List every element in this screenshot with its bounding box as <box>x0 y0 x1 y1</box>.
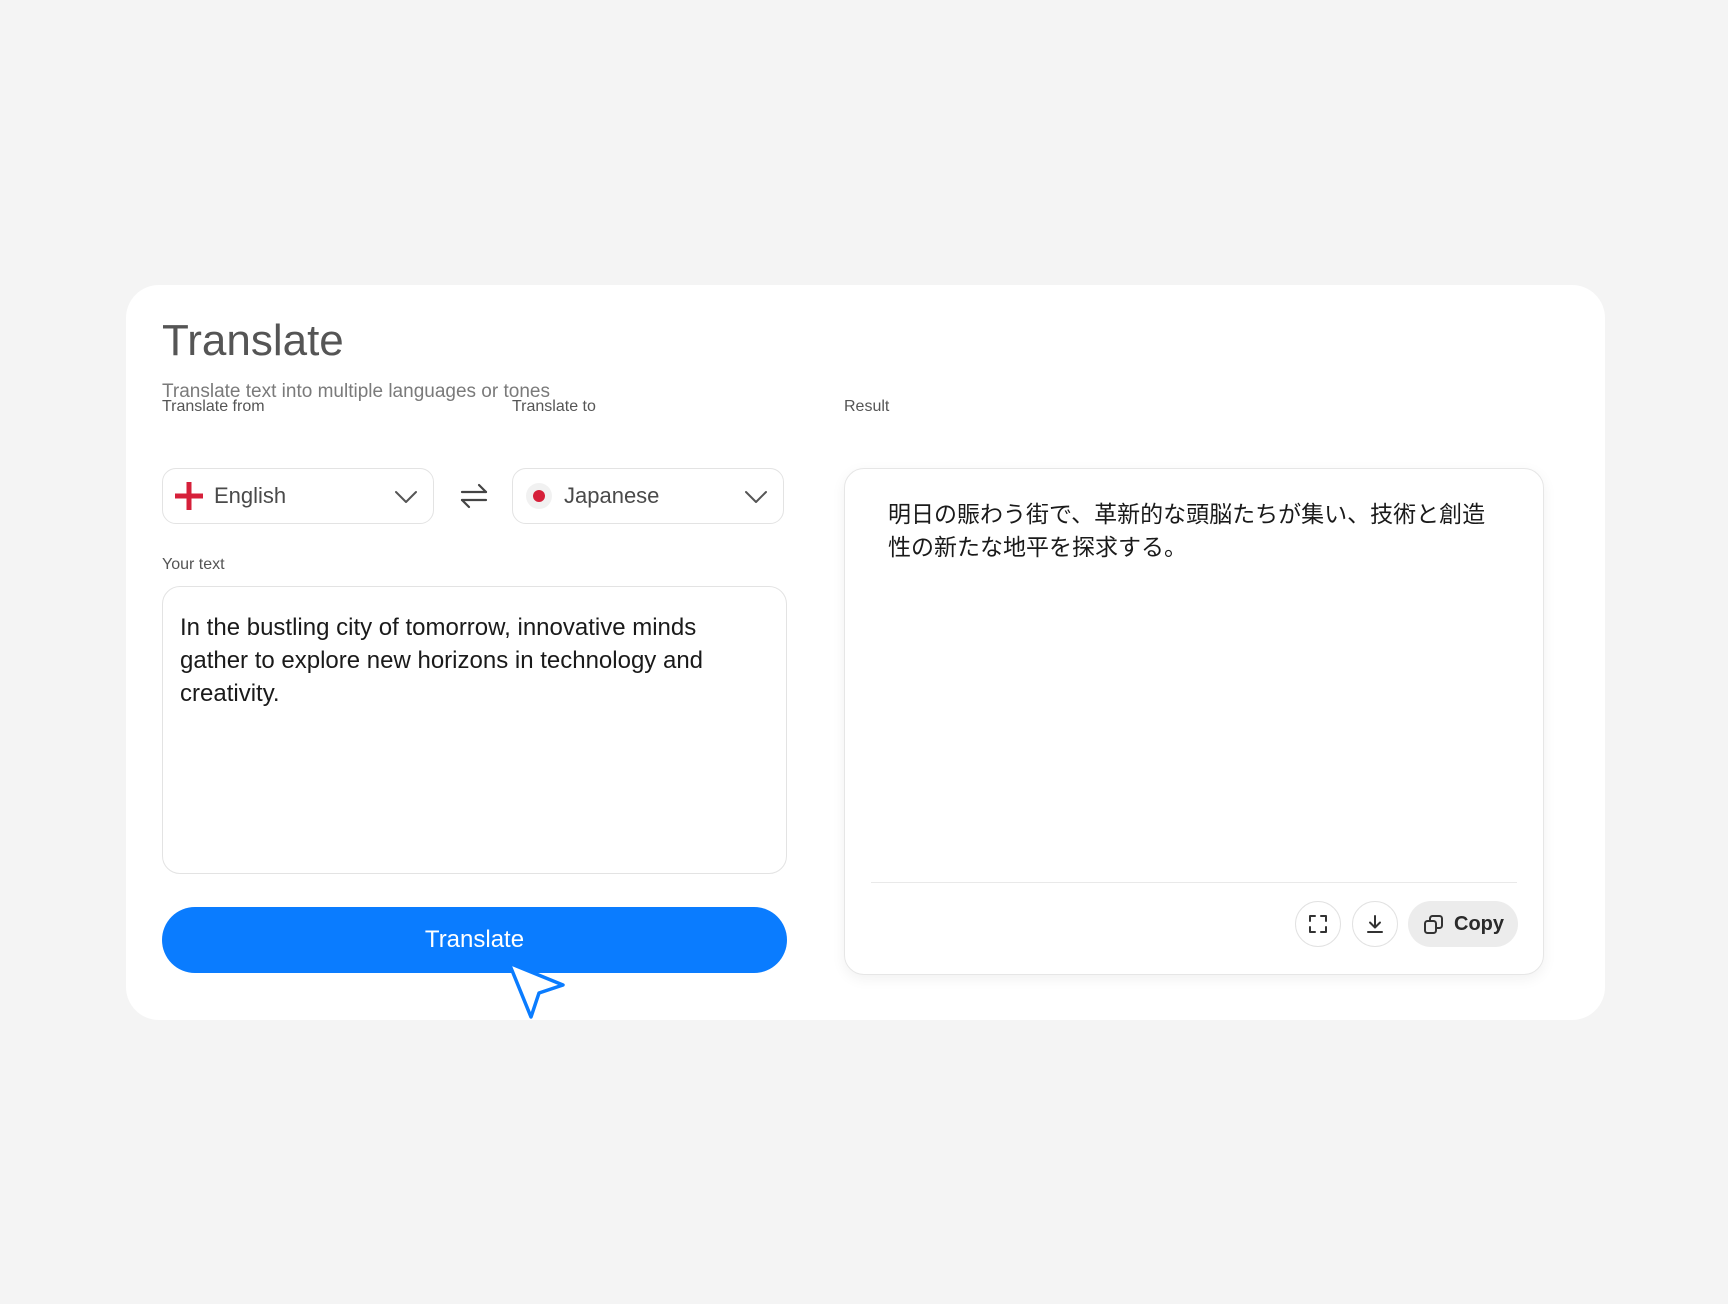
japan-flag-icon <box>526 483 552 509</box>
translate-card: Translate Translate text into multiple l… <box>126 285 1605 1020</box>
result-label: Result <box>844 398 890 415</box>
result-text: 明日の賑わう街で、革新的な頭脳たちが集い、技術と創造性の新たな地平を探求する。 <box>888 502 1486 561</box>
result-divider <box>871 882 1517 883</box>
translate-from-label: Translate from <box>162 398 265 415</box>
translate-to-label: Translate to <box>512 398 596 415</box>
source-text-input[interactable]: In the bustling city of tomorrow, innova… <box>162 586 787 874</box>
swap-arrows-icon[interactable] <box>459 482 489 510</box>
translate-from-value: English <box>214 483 287 508</box>
chevron-down-icon <box>395 491 417 503</box>
translate-to-value: Japanese <box>564 483 660 508</box>
download-icon <box>1367 915 1383 933</box>
result-panel: 明日の賑わう街で、革新的な頭脳たちが集い、技術と創造性の新たな地平を探求する。 … <box>844 468 1544 975</box>
page-title: Translate <box>162 316 344 365</box>
translate-to-select[interactable]: Japanese <box>512 468 784 524</box>
your-text-label: Your text <box>162 556 225 573</box>
download-button[interactable] <box>1352 901 1398 947</box>
translate-from-select[interactable]: English <box>162 468 434 524</box>
copy-icon <box>1424 915 1443 934</box>
expand-icon <box>1309 915 1327 933</box>
copy-label: Copy <box>1454 913 1504 935</box>
copy-button[interactable]: Copy <box>1408 901 1518 947</box>
translate-button[interactable]: Translate <box>162 907 787 973</box>
england-flag-icon <box>175 482 203 510</box>
chevron-down-icon <box>745 491 767 503</box>
mouse-pointer-icon <box>507 961 565 1019</box>
expand-button[interactable] <box>1295 901 1341 947</box>
